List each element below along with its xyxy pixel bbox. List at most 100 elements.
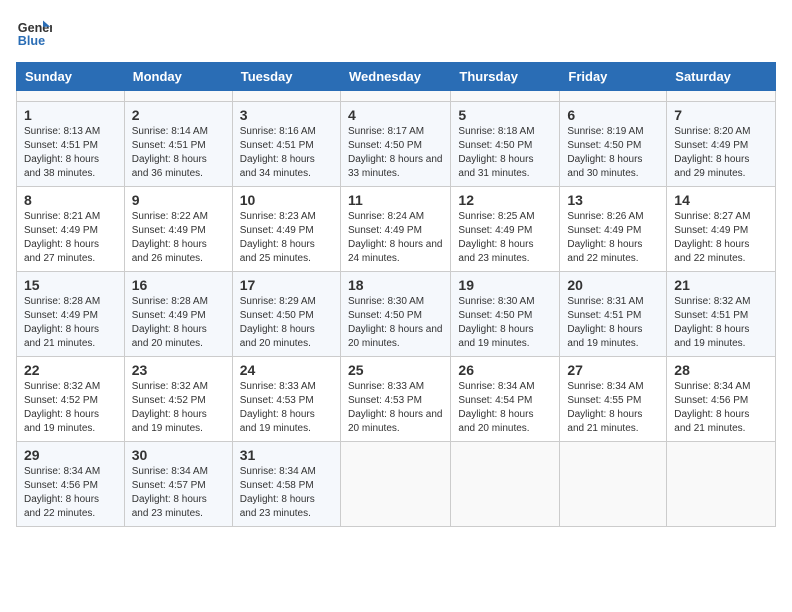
calendar-week-row: 15 Sunrise: 8:28 AMSunset: 4:49 PMDayligh… <box>17 272 776 357</box>
calendar-week-row: 1Sunrise: 8:13 AMSunset: 4:51 PMDaylight… <box>17 102 776 187</box>
day-number: 2 <box>132 107 225 123</box>
calendar-day-cell: 4 Sunrise: 8:17 AMSunset: 4:50 PMDaylight… <box>340 102 450 187</box>
calendar-day-cell: 2 Sunrise: 8:14 AMSunset: 4:51 PMDaylight… <box>124 102 232 187</box>
calendar-day-cell <box>667 91 776 102</box>
calendar-day-cell: 30 Sunrise: 8:34 AMSunset: 4:57 PMDayligh… <box>124 442 232 527</box>
day-info: Sunrise: 8:33 AMSunset: 4:53 PMDaylight:… <box>240 380 333 436</box>
day-info: Sunrise: 8:18 AMSunset: 4:50 PMDaylight:… <box>458 125 552 181</box>
calendar-header-day: Friday <box>560 63 667 91</box>
day-number: 20 <box>567 277 659 293</box>
day-info: Sunrise: 8:34 AMSunset: 4:54 PMDaylight:… <box>458 380 552 436</box>
day-info: Sunrise: 8:24 AMSunset: 4:49 PMDaylight:… <box>348 210 443 266</box>
calendar-day-cell: 3 Sunrise: 8:16 AMSunset: 4:51 PMDaylight… <box>232 102 340 187</box>
day-info: Sunrise: 8:32 AMSunset: 4:52 PMDaylight:… <box>132 380 225 436</box>
day-info: Sunrise: 8:21 AMSunset: 4:49 PMDaylight:… <box>24 210 117 266</box>
day-info: Sunrise: 8:30 AMSunset: 4:50 PMDaylight:… <box>458 295 552 351</box>
day-info: Sunrise: 8:34 AMSunset: 4:55 PMDaylight:… <box>567 380 659 436</box>
day-number: 8 <box>24 192 117 208</box>
day-number: 24 <box>240 362 333 378</box>
calendar-day-cell: 8 Sunrise: 8:21 AMSunset: 4:49 PMDaylight… <box>17 187 125 272</box>
calendar-day-cell: 9 Sunrise: 8:22 AMSunset: 4:49 PMDaylight… <box>124 187 232 272</box>
calendar-week-row: 22 Sunrise: 8:32 AMSunset: 4:52 PMDayligh… <box>17 357 776 442</box>
day-number: 31 <box>240 447 333 463</box>
day-number: 15 <box>24 277 117 293</box>
calendar-day-cell: 12Sunrise: 8:25 AMSunset: 4:49 PMDayligh… <box>451 187 560 272</box>
logo-icon: General Blue <box>16 16 52 52</box>
calendar-day-cell: 13Sunrise: 8:26 AMSunset: 4:49 PMDayligh… <box>560 187 667 272</box>
day-info: Sunrise: 8:32 AMSunset: 4:51 PMDaylight:… <box>674 295 768 351</box>
day-number: 22 <box>24 362 117 378</box>
calendar-header-day: Saturday <box>667 63 776 91</box>
calendar-day-cell: 31 Sunrise: 8:34 AMSunset: 4:58 PMDayligh… <box>232 442 340 527</box>
day-number: 4 <box>348 107 443 123</box>
calendar-day-cell <box>124 91 232 102</box>
day-number: 18 <box>348 277 443 293</box>
day-number: 1 <box>24 107 117 123</box>
calendar-day-cell: 26 Sunrise: 8:34 AMSunset: 4:54 PMDayligh… <box>451 357 560 442</box>
day-number: 23 <box>132 362 225 378</box>
day-number: 30 <box>132 447 225 463</box>
day-info: Sunrise: 8:34 AMSunset: 4:56 PMDaylight:… <box>674 380 768 436</box>
day-info: Sunrise: 8:19 AMSunset: 4:50 PMDaylight:… <box>567 125 659 181</box>
day-info: Sunrise: 8:29 AMSunset: 4:50 PMDaylight:… <box>240 295 333 351</box>
calendar-day-cell <box>560 442 667 527</box>
calendar-header-row: SundayMondayTuesdayWednesdayThursdayFrid… <box>17 63 776 91</box>
calendar-header-day: Thursday <box>451 63 560 91</box>
day-info: Sunrise: 8:23 AMSunset: 4:49 PMDaylight:… <box>240 210 333 266</box>
calendar-header-day: Monday <box>124 63 232 91</box>
day-info: Sunrise: 8:17 AMSunset: 4:50 PMDaylight:… <box>348 125 443 181</box>
calendar-day-cell: 15Sunrise: 8:28 AMSunset: 4:49 PMDayligh… <box>17 272 125 357</box>
svg-text:Blue: Blue <box>18 34 45 48</box>
day-info: Sunrise: 8:22 AMSunset: 4:49 PMDaylight:… <box>132 210 225 266</box>
calendar-day-cell: 11 Sunrise: 8:24 AMSunset: 4:49 PMDayligh… <box>340 187 450 272</box>
calendar-header-day: Wednesday <box>340 63 450 91</box>
day-number: 10 <box>240 192 333 208</box>
calendar-day-cell: 10 Sunrise: 8:23 AMSunset: 4:49 PMDayligh… <box>232 187 340 272</box>
day-info: Sunrise: 8:32 AMSunset: 4:52 PMDaylight:… <box>24 380 117 436</box>
day-number: 6 <box>567 107 659 123</box>
day-number: 7 <box>674 107 768 123</box>
day-info: Sunrise: 8:25 AMSunset: 4:49 PMDaylight:… <box>458 210 552 266</box>
calendar-day-cell <box>451 442 560 527</box>
calendar-week-row <box>17 91 776 102</box>
day-number: 16 <box>132 277 225 293</box>
day-number: 28 <box>674 362 768 378</box>
day-info: Sunrise: 8:34 AMSunset: 4:56 PMDaylight:… <box>24 465 117 521</box>
calendar-day-cell: 6 Sunrise: 8:19 AMSunset: 4:50 PMDaylight… <box>560 102 667 187</box>
day-info: Sunrise: 8:20 AMSunset: 4:49 PMDaylight:… <box>674 125 768 181</box>
day-info: Sunrise: 8:26 AMSunset: 4:49 PMDaylight:… <box>567 210 659 266</box>
calendar-day-cell: 16 Sunrise: 8:28 AMSunset: 4:49 PMDayligh… <box>124 272 232 357</box>
day-number: 3 <box>240 107 333 123</box>
calendar-day-cell <box>560 91 667 102</box>
day-info: Sunrise: 8:30 AMSunset: 4:50 PMDaylight:… <box>348 295 443 351</box>
day-info: Sunrise: 8:34 AMSunset: 4:58 PMDaylight:… <box>240 465 333 521</box>
day-info: Sunrise: 8:33 AMSunset: 4:53 PMDaylight:… <box>348 380 443 436</box>
day-number: 14 <box>674 192 768 208</box>
calendar-week-row: 8 Sunrise: 8:21 AMSunset: 4:49 PMDaylight… <box>17 187 776 272</box>
calendar-day-cell: 5 Sunrise: 8:18 AMSunset: 4:50 PMDaylight… <box>451 102 560 187</box>
day-number: 5 <box>458 107 552 123</box>
calendar-day-cell <box>232 91 340 102</box>
day-info: Sunrise: 8:34 AMSunset: 4:57 PMDaylight:… <box>132 465 225 521</box>
calendar-day-cell: 19 Sunrise: 8:30 AMSunset: 4:50 PMDayligh… <box>451 272 560 357</box>
calendar-day-cell <box>667 442 776 527</box>
calendar-day-cell: 25Sunrise: 8:33 AMSunset: 4:53 PMDayligh… <box>340 357 450 442</box>
calendar-day-cell: 24 Sunrise: 8:33 AMSunset: 4:53 PMDayligh… <box>232 357 340 442</box>
calendar-table: SundayMondayTuesdayWednesdayThursdayFrid… <box>16 62 776 527</box>
day-info: Sunrise: 8:16 AMSunset: 4:51 PMDaylight:… <box>240 125 333 181</box>
day-number: 19 <box>458 277 552 293</box>
calendar-day-cell: 1Sunrise: 8:13 AMSunset: 4:51 PMDaylight… <box>17 102 125 187</box>
calendar-day-cell: 20Sunrise: 8:31 AMSunset: 4:51 PMDayligh… <box>560 272 667 357</box>
day-number: 11 <box>348 192 443 208</box>
calendar-day-cell: 23 Sunrise: 8:32 AMSunset: 4:52 PMDayligh… <box>124 357 232 442</box>
day-number: 21 <box>674 277 768 293</box>
day-info: Sunrise: 8:14 AMSunset: 4:51 PMDaylight:… <box>132 125 225 181</box>
day-info: Sunrise: 8:28 AMSunset: 4:49 PMDaylight:… <box>132 295 225 351</box>
calendar-header-day: Sunday <box>17 63 125 91</box>
calendar-day-cell: 28 Sunrise: 8:34 AMSunset: 4:56 PMDayligh… <box>667 357 776 442</box>
day-number: 9 <box>132 192 225 208</box>
day-number: 27 <box>567 362 659 378</box>
calendar-day-cell: 7 Sunrise: 8:20 AMSunset: 4:49 PMDaylight… <box>667 102 776 187</box>
day-number: 26 <box>458 362 552 378</box>
calendar-day-cell: 14Sunrise: 8:27 AMSunset: 4:49 PMDayligh… <box>667 187 776 272</box>
